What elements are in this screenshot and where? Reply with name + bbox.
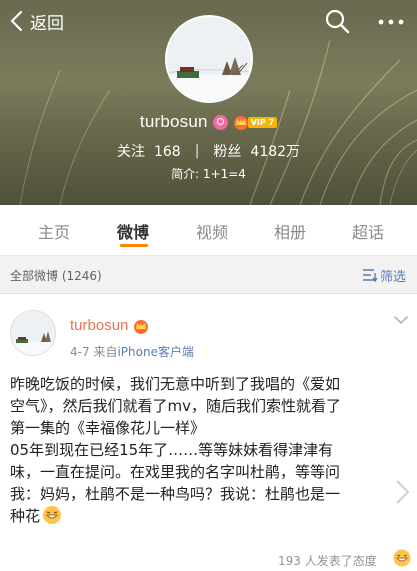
followers-count: 4182万 bbox=[250, 144, 301, 160]
profile-stats: 关注 168 | 粉丝 4182万 bbox=[0, 140, 417, 162]
tab-video[interactable]: 视频 bbox=[196, 219, 228, 243]
profile-header: 返回 turbosun VIP 7 关注 168 | 粉丝 4182万 简介: … bbox=[0, 0, 417, 205]
post-line: 05年到现在已经15年了……等等妹妹看得津津有 bbox=[10, 441, 334, 459]
stats-divider: | bbox=[194, 143, 200, 159]
more-icon[interactable] bbox=[374, 6, 408, 36]
post-source-prefix: 来自 bbox=[93, 345, 118, 359]
following-stat[interactable]: 关注 168 bbox=[117, 141, 181, 161]
chevron-down-icon[interactable] bbox=[393, 314, 409, 326]
post-author-name[interactable]: turbosun bbox=[70, 317, 128, 334]
post-source[interactable]: iPhone客户端 bbox=[117, 345, 194, 359]
post-line: 种花 bbox=[10, 507, 41, 525]
post-count: 全部微博 (1246) bbox=[10, 269, 102, 283]
tab-home[interactable]: 主页 bbox=[38, 219, 70, 243]
username: turbosun bbox=[139, 112, 208, 131]
chevron-left-icon bbox=[10, 10, 23, 32]
grin-emoji-icon bbox=[43, 506, 62, 524]
post-date: 4-7 bbox=[70, 345, 90, 359]
following-count: 168 bbox=[153, 144, 181, 160]
post-line: 第一集的《幸福像花儿一样》 bbox=[10, 419, 206, 437]
post-card[interactable]: turbosun 4-7 来自iPhone客户端 昨晚吃饭的时候，我们无意中听到… bbox=[0, 295, 417, 571]
post-line-last: 种花 bbox=[10, 505, 408, 527]
reaction-count[interactable]: 193 人发表了态度 bbox=[278, 552, 377, 569]
username-row: turbosun VIP 7 bbox=[0, 111, 417, 133]
tab-weibo[interactable]: 微博 bbox=[117, 219, 149, 243]
profile-bio: 简介: 1+1=4 bbox=[171, 167, 246, 181]
reaction-emoji-icon[interactable] bbox=[393, 549, 411, 567]
tab-super-topic[interactable]: 超话 bbox=[352, 219, 384, 243]
post-author-avatar[interactable] bbox=[10, 310, 56, 356]
avatar-image bbox=[11, 311, 55, 355]
verified-badge-icon[interactable] bbox=[212, 114, 228, 130]
crown-icon bbox=[134, 319, 149, 334]
profile-avatar[interactable] bbox=[165, 15, 253, 103]
filter-label: 筛选 bbox=[380, 269, 407, 285]
filter-icon bbox=[363, 269, 378, 282]
post-line: 昨晚吃饭的时候，我们无意中听到了我唱的《爱如 bbox=[10, 375, 341, 393]
profile-tabs: 主页 微博 视频 相册 超话 bbox=[0, 205, 417, 256]
vip-level: VIP 7 bbox=[247, 116, 278, 128]
post-body: 昨晚吃饭的时候，我们无意中听到了我唱的《爱如 空气》，然后我们就看了mv，随后我… bbox=[10, 373, 408, 527]
crown-icon bbox=[233, 116, 248, 130]
vip-badge[interactable]: VIP 7 bbox=[232, 114, 278, 130]
back-button[interactable]: 返回 bbox=[6, 8, 64, 34]
active-tab-indicator bbox=[120, 244, 148, 247]
post-line: 我：妈妈，杜鹃不是一种鸟吗？我说：杜鹃也是一 bbox=[10, 485, 341, 503]
post-line: 味，一直在提问。在戏里我的名字叫杜鹃，等等问 bbox=[10, 463, 341, 481]
followers-stat[interactable]: 粉丝 4182万 bbox=[213, 141, 300, 161]
following-label: 关注 bbox=[116, 144, 145, 160]
filter-button[interactable]: 筛选 bbox=[362, 265, 406, 285]
chevron-right-icon[interactable] bbox=[394, 478, 412, 506]
search-icon[interactable] bbox=[322, 6, 352, 36]
post-author-row: turbosun bbox=[70, 317, 150, 334]
post-meta: 4-7 来自iPhone客户端 bbox=[70, 343, 194, 360]
back-label: 返回 bbox=[30, 13, 64, 34]
avatar-image bbox=[167, 17, 251, 101]
tab-album[interactable]: 相册 bbox=[274, 219, 306, 243]
filter-bar: 全部微博 (1246) 筛选 bbox=[0, 256, 417, 294]
followers-label: 粉丝 bbox=[213, 144, 242, 160]
post-line: 空气》，然后我们就看了mv，随后我们索性就看了 bbox=[10, 397, 341, 415]
